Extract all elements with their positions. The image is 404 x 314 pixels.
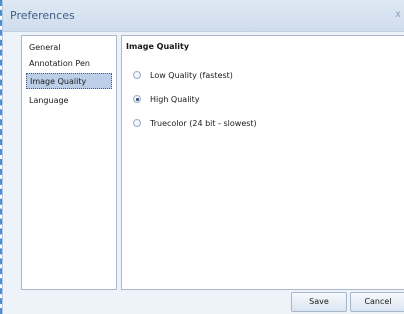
option-low-quality[interactable]: Low Quality (fastest) (133, 68, 233, 82)
option-label: Low Quality (fastest) (150, 70, 233, 80)
sidebar-item-label: Image Quality (30, 77, 87, 86)
radio-button-checked[interactable] (133, 95, 141, 103)
close-icon[interactable]: x (393, 9, 403, 21)
sidebar-item-label: Language (29, 96, 69, 105)
cancel-button[interactable]: Cancel (350, 292, 404, 312)
option-high-quality[interactable]: High Quality (133, 92, 200, 106)
title-bar[interactable]: Preferences x (3, 0, 404, 32)
sidebar-item-label: Annotation Pen (29, 59, 90, 68)
section-title: Image Quality (126, 42, 190, 51)
save-button[interactable]: Save (291, 292, 347, 312)
settings-panel: Image Quality Low Quality (fastest) High… (121, 35, 404, 290)
option-truecolor[interactable]: Truecolor (24 bit - slowest) (133, 116, 257, 130)
option-label: High Quality (150, 94, 200, 104)
sidebar-item-language[interactable]: Language (26, 93, 112, 109)
sidebar-item-general[interactable]: General (26, 40, 112, 56)
category-list: General Annotation Pen Image Quality Lan… (21, 35, 117, 290)
option-label: Truecolor (24 bit - slowest) (150, 118, 257, 128)
sidebar-item-annotation-pen[interactable]: Annotation Pen (26, 56, 112, 72)
radio-button[interactable] (133, 119, 141, 127)
sidebar-item-label: General (29, 43, 61, 52)
dialog-button-bar: Save Cancel (3, 290, 404, 314)
sidebar-item-image-quality[interactable]: Image Quality (26, 73, 112, 89)
radio-button[interactable] (133, 71, 141, 79)
window-title: Preferences (10, 9, 75, 22)
preferences-dialog: Preferences x General Annotation Pen Ima… (2, 0, 404, 314)
